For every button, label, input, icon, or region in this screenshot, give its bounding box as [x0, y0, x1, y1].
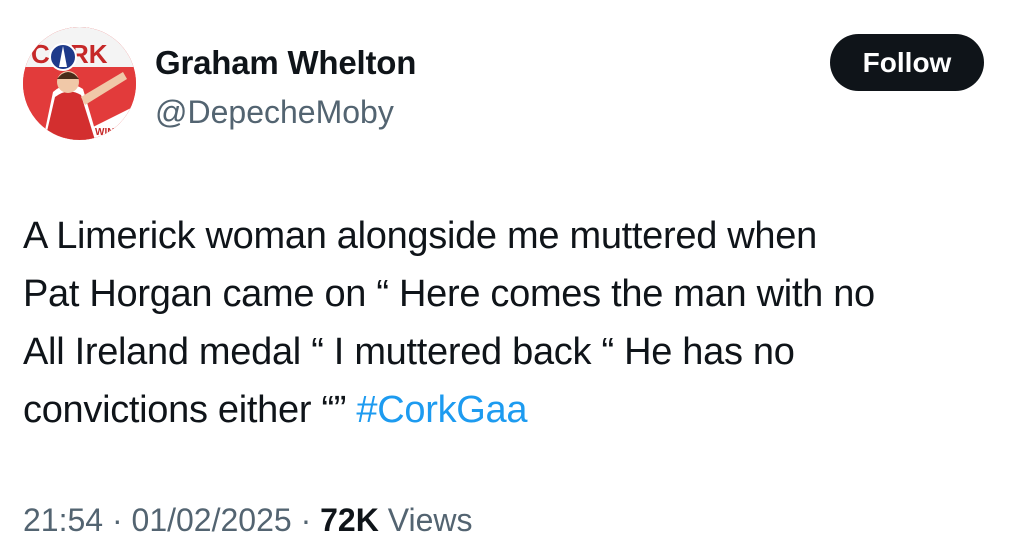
avatar[interactable]: CORK WIN [23, 27, 136, 140]
meta-separator: · [111, 502, 123, 538]
tweet-time[interactable]: 21:54 [23, 502, 103, 538]
tweet-line: Pat Horgan came on “ Here comes the man … [23, 273, 875, 315]
meta-separator: · [300, 502, 312, 538]
views-count: 72K [320, 502, 379, 538]
tweet-meta: 21:54 · 01/02/2025 · 72K Views [23, 498, 472, 542]
views-label: Views [387, 502, 473, 538]
tweet-line-last: convictions either “” #CorkGaa [23, 381, 1013, 439]
tweet-line: All Ireland medal “ I muttered back “ He… [23, 331, 795, 373]
tweet-line: A Limerick woman alongside me muttered w… [23, 215, 817, 257]
tweet-line-text: convictions either “” [23, 389, 357, 431]
tweet-text: A Limerick woman alongside me muttered w… [23, 207, 1013, 439]
avatar-sub-text: WIN [95, 127, 114, 138]
follow-button[interactable]: Follow [830, 34, 984, 91]
author-name[interactable]: Graham Whelton [155, 41, 416, 85]
author-handle[interactable]: @DepecheMoby [155, 91, 394, 133]
tweet-date[interactable]: 01/02/2025 [132, 502, 292, 538]
hashtag-link[interactable]: #CorkGaa [356, 389, 527, 431]
